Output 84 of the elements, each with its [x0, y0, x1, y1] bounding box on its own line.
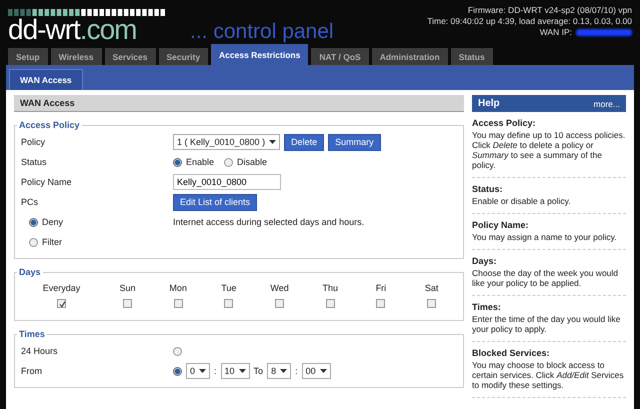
caret-icon [320, 369, 327, 373]
checkbox[interactable] [326, 299, 335, 308]
checkbox[interactable] [427, 299, 436, 308]
nav-tab[interactable]: Wireless [50, 48, 102, 65]
policy-name-field[interactable]: Kelly_0010_0800 [173, 174, 281, 190]
field-label: To [254, 366, 264, 376]
firmware-text: Firmware: DD-WRT v24-sp2 (08/07/10) vpn [466, 5, 632, 16]
panel-legend: Times [17, 329, 47, 339]
wan-ip-label: WAN IP: [540, 27, 572, 38]
nav-tab[interactable]: Access Restrictions [211, 44, 308, 65]
caret-icon [238, 369, 246, 373]
help-heading: Times: [472, 302, 502, 312]
pixel-bar-icon [8, 9, 168, 16]
help-text: Enable or disable a policy. [472, 196, 572, 206]
field-label: From [21, 366, 43, 376]
day-label: Mon [168, 283, 188, 293]
nav-tab[interactable]: Setup [8, 48, 48, 65]
day-label: Everyday [42, 283, 82, 293]
time-separator: : [214, 366, 217, 376]
day-label: Tue [220, 283, 238, 293]
nav-tab[interactable]: NAT / QoS [311, 48, 369, 65]
nav-tab[interactable]: Status [450, 48, 493, 65]
day-label: Thu [321, 283, 339, 293]
checkbox[interactable] [224, 299, 234, 308]
minute-select[interactable]: 10 [220, 363, 250, 379]
radio-button[interactable] [173, 366, 182, 376]
field-label: Status [21, 157, 48, 167]
radio-button[interactable] [29, 238, 38, 246]
help-heading: Blocked Services: [472, 348, 551, 358]
caret-icon [269, 140, 276, 144]
policy-select[interactable]: 1 ( Kelly_0010_0800 ) [173, 134, 280, 150]
action-button[interactable]: Delete [284, 134, 324, 150]
help-heading: Days: [472, 256, 498, 266]
radio-label: Filter [42, 237, 62, 247]
radio-label: Disable [237, 157, 268, 167]
mode-description: Internet access during selected days and hours. [173, 217, 364, 227]
redaction-mark [576, 29, 632, 36]
field-label: Policy [21, 137, 46, 147]
more-link[interactable]: more... [594, 98, 620, 108]
panel-legend: Access Policy [17, 120, 82, 130]
hour-select[interactable]: 0 [186, 363, 210, 379]
day-label: Fri [374, 283, 388, 293]
field-label: Policy Name [21, 177, 73, 187]
action-button[interactable]: Summary [328, 134, 381, 150]
caret-icon [199, 369, 206, 373]
time-text: Time: 09:40:02 up 4:39, load average: 0.13, 0.03, 0.00 [427, 16, 632, 27]
time-separator: : [295, 366, 298, 376]
radio-button[interactable] [173, 346, 182, 356]
help-text: You may assign a name to your policy. [472, 232, 618, 242]
help-heading: Policy Name: [472, 220, 530, 230]
checkbox[interactable] [174, 299, 183, 308]
checkbox[interactable] [376, 299, 386, 308]
day-label: Wed [269, 283, 290, 293]
help-text: Choose the day of the week you would like your policy to be applied. [472, 268, 620, 288]
nav-tab[interactable]: Administration [372, 48, 448, 65]
help-title: Help [478, 98, 500, 109]
help-heading: Status: [472, 184, 504, 194]
help-heading: Access Policy: [472, 118, 537, 128]
hour-select[interactable]: 8 [267, 363, 292, 379]
panel-legend: Days [17, 267, 43, 277]
radio-button[interactable] [29, 218, 38, 226]
field-label: PCs [21, 197, 40, 207]
nav-tab[interactable]: Security [158, 48, 208, 65]
edit-clients-button[interactable]: Edit List of clients [173, 194, 258, 210]
checkbox[interactable] [122, 299, 132, 308]
help-text: You may define up to 10 access policies. Click Delete to delete a policy or Summary to see a summary of the policy. [472, 130, 626, 170]
checkbox[interactable] [57, 299, 66, 308]
section-title: WAN Access [14, 95, 464, 112]
minute-select[interactable]: 00 [302, 363, 331, 379]
field-label: 24 Hours [21, 346, 59, 356]
checkbox[interactable] [275, 299, 284, 308]
help-text: Enter the time of the day you would like your policy to apply. [472, 314, 622, 334]
tagline: ... control panel [190, 21, 334, 43]
radio-button[interactable] [224, 158, 234, 166]
radio-label: Deny [42, 217, 64, 227]
day-label: Sun [118, 283, 136, 293]
radio-label: Enable [186, 157, 214, 167]
logo: dd-wrt.com [8, 17, 138, 43]
help-text: You may choose to block access to certain services. Click Add/Edit Services to modify these settings. [472, 360, 625, 390]
caret-icon [280, 369, 288, 373]
day-label: Sat [424, 283, 440, 293]
radio-button[interactable] [173, 158, 182, 166]
nav-tab[interactable]: Services [104, 48, 156, 65]
subtab[interactable]: WAN Access [9, 69, 83, 90]
